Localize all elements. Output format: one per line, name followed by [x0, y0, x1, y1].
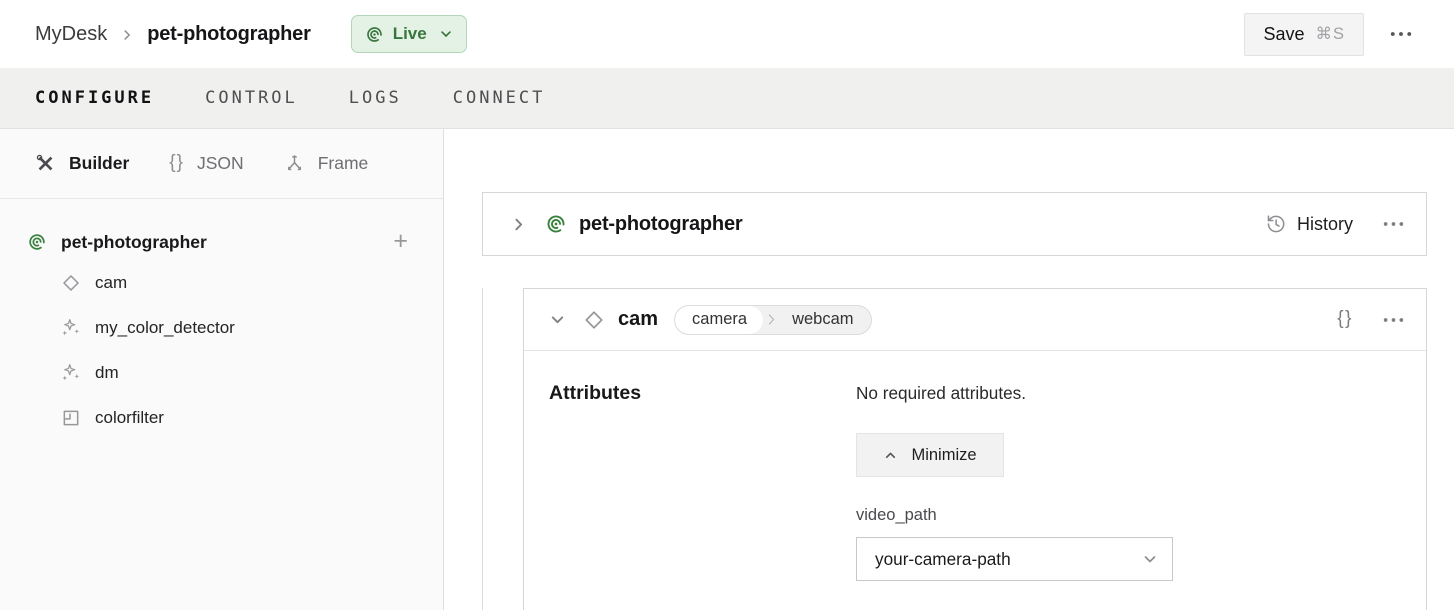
tree-item-label: cam	[95, 273, 127, 293]
overflow-menu-icon[interactable]	[1386, 25, 1416, 43]
tree-item-my-color-detector[interactable]: my_color_detector	[27, 305, 408, 350]
attributes-heading: Attributes	[549, 382, 641, 405]
broadcast-icon	[365, 25, 384, 44]
component-card-header: cam camera webcam {}	[524, 289, 1426, 351]
video-path-select[interactable]: your-camera-path	[856, 537, 1173, 581]
tree-item-label: my_color_detector	[95, 318, 235, 338]
chevron-right-icon	[120, 28, 134, 42]
tree-item-colorfilter[interactable]: colorfilter	[27, 395, 408, 440]
tree-item-label: dm	[95, 363, 119, 383]
mode-json-label: JSON	[197, 153, 244, 174]
component-card-body: Attributes No required attributes. Minim…	[524, 351, 1426, 405]
tab-configure[interactable]: CONFIGURE	[35, 88, 154, 108]
video-path-value: your-camera-path	[875, 549, 1011, 570]
tools-icon	[35, 153, 56, 174]
tree-guide-line	[482, 288, 483, 610]
mode-builder-label: Builder	[69, 153, 129, 174]
service-sparkle-icon	[61, 363, 81, 383]
mode-frame-label: Frame	[318, 153, 369, 174]
machine-card-title: pet-photographer	[579, 213, 742, 236]
machine-card: pet-photographer History	[482, 192, 1427, 256]
overflow-menu-icon[interactable]	[1381, 215, 1406, 233]
tab-bar: CONFIGURE CONTROL LOGS CONNECT	[0, 68, 1454, 129]
tab-control[interactable]: CONTROL	[205, 88, 298, 108]
machine-broadcast-icon	[27, 232, 47, 252]
component-card-cam: cam camera webcam {} Attributes	[523, 288, 1427, 610]
machine-tree: pet-photographer + cam	[0, 199, 443, 440]
view-mode-switcher: Builder {} JSON Frame	[0, 129, 443, 199]
chevron-right-icon	[765, 313, 778, 326]
mode-builder[interactable]: Builder	[35, 153, 129, 174]
component-diamond-icon	[61, 273, 81, 293]
save-shortcut-hint: ⌘S	[1315, 24, 1345, 44]
tree-item-cam[interactable]: cam	[27, 260, 408, 305]
config-main-panel: pet-photographer History	[444, 129, 1454, 610]
content-area: Builder {} JSON Frame	[0, 129, 1454, 610]
save-button-label: Save	[1263, 24, 1304, 45]
attributes-column: No required attributes. Minimize video_p…	[856, 383, 1173, 581]
live-status-dropdown[interactable]: Live	[351, 15, 467, 53]
tab-logs[interactable]: LOGS	[349, 88, 402, 108]
module-step-icon	[61, 408, 81, 428]
history-clock-icon	[1265, 213, 1287, 235]
braces-icon[interactable]: {}	[1337, 308, 1353, 330]
tree-root-machine[interactable]: pet-photographer +	[27, 224, 408, 260]
frame-axes-icon	[284, 153, 305, 174]
component-card-title: cam	[618, 308, 658, 331]
minimize-button-label: Minimize	[911, 446, 976, 465]
no-required-attributes-text: No required attributes.	[856, 383, 1173, 404]
minimize-button[interactable]: Minimize	[856, 433, 1004, 477]
app-window: MyDesk pet-photographer Live Save ⌘S	[0, 0, 1454, 610]
tree-item-dm[interactable]: dm	[27, 350, 408, 395]
component-diamond-icon	[583, 309, 605, 331]
tree-root-label: pet-photographer	[61, 232, 207, 253]
machine-broadcast-icon	[545, 213, 567, 235]
chevron-down-icon	[1142, 551, 1158, 567]
live-status-label: Live	[393, 24, 427, 44]
breadcrumb-current: pet-photographer	[147, 23, 310, 46]
component-type-tag: camera webcam	[674, 305, 871, 335]
collapse-chevron-down-icon[interactable]	[545, 307, 570, 332]
chevron-down-icon	[439, 27, 453, 41]
expand-chevron-right-icon[interactable]	[506, 212, 531, 237]
mode-frame[interactable]: Frame	[284, 153, 369, 174]
braces-icon: {}	[169, 152, 184, 174]
top-bar: MyDesk pet-photographer Live Save ⌘S	[0, 0, 1454, 68]
video-path-label: video_path	[856, 506, 1173, 525]
save-button[interactable]: Save ⌘S	[1244, 13, 1364, 56]
breadcrumb-parent[interactable]: MyDesk	[35, 23, 107, 46]
add-component-button[interactable]: +	[393, 229, 408, 254]
tree-item-label: colorfilter	[95, 408, 164, 428]
overflow-menu-icon[interactable]	[1381, 311, 1406, 329]
config-sidebar: Builder {} JSON Frame	[0, 129, 444, 610]
mode-json[interactable]: {} JSON	[169, 153, 243, 175]
tab-connect[interactable]: CONNECT	[453, 88, 546, 108]
caret-up-icon	[883, 448, 898, 463]
history-button-label: History	[1297, 214, 1353, 235]
history-button[interactable]: History	[1265, 213, 1353, 235]
tag-type: camera	[675, 306, 763, 334]
service-sparkle-icon	[61, 318, 81, 338]
tag-model: webcam	[780, 310, 870, 329]
